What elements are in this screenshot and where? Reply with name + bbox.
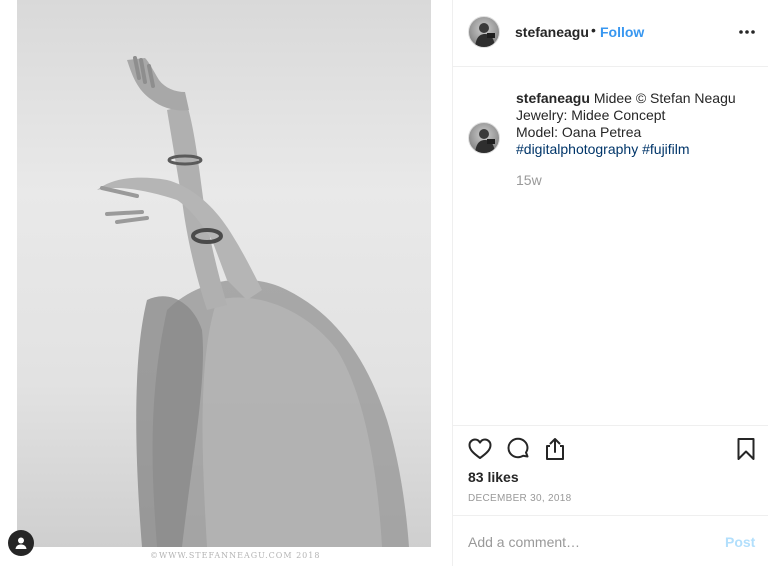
profile-avatar[interactable] [468, 16, 500, 48]
hashtag-link[interactable]: #digitalphotography [516, 141, 638, 157]
photo-illustration [97, 56, 409, 547]
caption-avatar[interactable] [468, 122, 500, 154]
tagged-user-icon[interactable] [8, 530, 34, 556]
share-icon[interactable] [542, 436, 568, 462]
caption-model-line: Model: Oana Petrea [516, 124, 642, 140]
comment-bar: Post [453, 515, 768, 566]
comment-icon[interactable] [505, 436, 531, 462]
post-date[interactable]: DECEMBER 30, 2018 [468, 493, 571, 504]
photo-watermark: ©WWW.STEFANNEAGU.COM 2018 [150, 551, 321, 560]
bookmark-icon[interactable] [733, 436, 759, 462]
header-separator: • [591, 22, 596, 38]
avatar-image [475, 129, 495, 153]
post-comment-button[interactable]: Post [725, 534, 755, 550]
post-actions: 83 likes DECEMBER 30, 2018 [453, 425, 768, 515]
post-caption: stefaneagu Midee © Stefan Neagu Jewelry:… [516, 90, 756, 158]
follow-button[interactable]: Follow [600, 24, 644, 40]
more-options-icon[interactable] [737, 22, 757, 42]
caption-jewelry-line: Jewelry: Midee Concept [516, 107, 666, 123]
hashtag-link[interactable]: #fujifilm [642, 141, 689, 157]
caption-timestamp[interactable]: 15w [516, 172, 542, 188]
caption-hashtags: #digitalphotography #fujifilm [516, 141, 756, 158]
post-header: stefaneagu • Follow [453, 0, 768, 67]
heart-icon[interactable] [467, 436, 493, 462]
post-photo[interactable] [17, 0, 431, 547]
caption-username[interactable]: stefaneagu [516, 90, 590, 106]
comment-input[interactable] [468, 532, 708, 552]
post-details-panel: stefaneagu • Follow stefaneagu Midee © S… [452, 0, 768, 566]
person-icon [15, 537, 27, 549]
header-username[interactable]: stefaneagu [515, 24, 589, 40]
caption-title: Midee © Stefan Neagu [593, 90, 736, 106]
avatar-image [475, 23, 495, 47]
caption-first-line: stefaneagu Midee © Stefan Neagu [516, 90, 756, 107]
photo-panel: ©WWW.STEFANNEAGU.COM 2018 [0, 0, 452, 566]
likes-count[interactable]: 83 likes [468, 469, 519, 485]
